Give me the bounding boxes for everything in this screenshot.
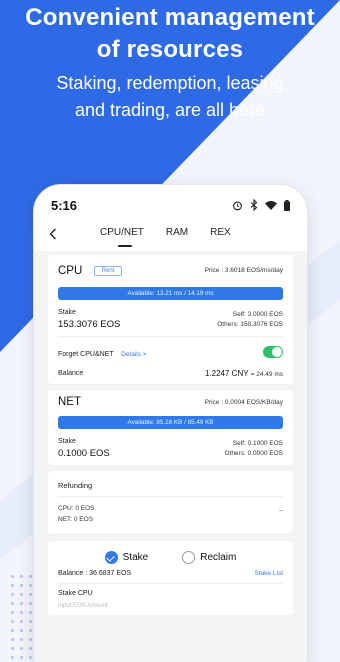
stake-balance-row: Balance : 36.6837 EOS Stake List (58, 570, 283, 577)
hero-header: Convenient management of resources Staki… (0, 0, 340, 124)
stake-cpu-label: Stake CPU (58, 590, 93, 597)
hero-subtitle: Staking, redemption, leasing and trading… (0, 70, 340, 124)
net-header-row: NET Price : 0.0004 EOS/KB/day (58, 396, 283, 408)
wifi-icon (265, 201, 277, 210)
net-stake-value: 0.1000 EOS (58, 448, 110, 459)
divider (58, 336, 283, 337)
cpu-stake-breakdown: Self: 3.0000 EOS Others: 150.3076 EOS (217, 310, 283, 330)
stake-cpu-input[interactable]: Input EOS Amount (58, 603, 283, 609)
cpu-available-bar: Available: 13.21 ms / 14.19 ms (58, 287, 283, 300)
reclaim-radio-label: Reclaim (200, 552, 237, 563)
status-time: 5:16 (51, 197, 78, 213)
balance-value: 1.2247 CNY = 24.49 ms (205, 369, 283, 378)
cpu-stake-value: 153.3076 EOS (58, 319, 121, 330)
net-stake-row: Stake 0.1000 EOS Self: 0.1000 EOS Others… (58, 438, 283, 459)
hero-title: Convenient management of resources (0, 2, 340, 66)
net-title: NET (58, 396, 81, 408)
details-link[interactable]: Details > (121, 351, 146, 358)
cpu-card: CPU Rent Price : 3.6018 EOS/ms/day Avail… (48, 255, 293, 384)
net-stake-breakdown: Self: 0.1000 EOS Others: 0.0000 EOS (224, 439, 283, 459)
balance-row: Balance 1.2247 CNY = 24.49 ms (58, 369, 283, 378)
net-card: NET Price : 0.0004 EOS/KB/day Available:… (48, 390, 293, 465)
net-available-bar: Available: 85.28 KB / 85.49 KB (58, 416, 283, 429)
tab-rex[interactable]: REX (210, 225, 231, 241)
refunding-title: Refunding (58, 481, 93, 490)
net-stake-left: Stake 0.1000 EOS (58, 438, 110, 459)
hero-title-line2: of resources (96, 36, 244, 63)
forget-label: Forget CPU&NET (58, 351, 114, 358)
hero-subtitle-line2: and trading, are all here (74, 100, 266, 120)
net-price: Price : 0.0004 EOS/KB/day (204, 398, 283, 406)
forget-wrap: Forget CPU&NET Details > (58, 343, 147, 361)
cpu-header-row: CPU Rent Price : 3.6018 EOS/ms/day (58, 261, 283, 279)
phone-mockup: 5:16 CPU/NET RAM REX CPU Rent Price : 3.… (33, 184, 308, 662)
refunding-net: NET: 0 EOS (58, 516, 94, 523)
refunding-card: Refunding CPU: 0 EOS NET: 0 EOS ~ (48, 471, 293, 533)
balance-label: Balance (58, 370, 84, 377)
radio-empty-icon (182, 551, 196, 564)
stake-radio-label: Stake (122, 552, 149, 563)
cpu-price: Price : 3.6018 EOS/ms/day (204, 266, 283, 274)
nav-bar: CPU/NET RAM REX (34, 225, 307, 251)
balance-ms: = 24.49 ms (250, 371, 283, 378)
tab-ram[interactable]: RAM (166, 225, 188, 241)
divider (58, 496, 283, 497)
stake-panel: Stake Reclaim Balance : 36.6837 EOS Stak… (48, 541, 293, 615)
cpu-stake-left: Stake 153.3076 EOS (58, 309, 120, 330)
refunding-time: ~ (278, 508, 283, 515)
divider (58, 583, 283, 584)
net-stake-label: Stake (58, 438, 76, 445)
stake-balance: Balance : 36.6837 EOS (58, 570, 132, 577)
check-icon (104, 551, 118, 564)
balance-cny: 1.2247 CNY (204, 369, 249, 378)
hero-title-line1: Convenient management (25, 4, 315, 31)
stake-mode-selector: Stake Reclaim (58, 547, 283, 570)
cpu-stake-row: Stake 153.3076 EOS Self: 3.0000 EOS Othe… (58, 309, 283, 330)
forget-toggle[interactable] (263, 346, 283, 358)
rent-button[interactable]: Rent (93, 266, 123, 276)
alarm-icon (233, 201, 242, 210)
cpu-title-wrap: CPU Rent (58, 261, 123, 279)
cpu-self: Self: 3.0000 EOS (232, 311, 283, 318)
status-bar: 5:16 (34, 185, 307, 225)
stake-list-link[interactable]: Stake List (254, 570, 283, 577)
resource-tabs: CPU/NET RAM REX (100, 225, 253, 247)
cpu-others: Others: 150.3076 EOS (217, 321, 283, 328)
cpu-title: CPU (58, 265, 83, 277)
stake-radio[interactable]: Stake (104, 551, 149, 564)
hero-subtitle-line1: Staking, redemption, leasing (56, 73, 284, 93)
cpu-stake-label: Stake (58, 309, 76, 316)
tab-cpu-net[interactable]: CPU/NET (100, 225, 144, 247)
net-self: Self: 0.1000 EOS (232, 440, 283, 447)
forget-row: Forget CPU&NET Details > (58, 343, 283, 361)
refunding-cpu: CPU: 0 EOS (58, 505, 95, 512)
status-icons (232, 199, 290, 211)
net-others: Others: 0.0000 EOS (224, 450, 283, 457)
battery-icon (284, 199, 290, 211)
reclaim-radio[interactable]: Reclaim (182, 551, 236, 564)
back-arrow-icon[interactable] (49, 228, 57, 240)
bluetooth-icon (250, 199, 258, 211)
